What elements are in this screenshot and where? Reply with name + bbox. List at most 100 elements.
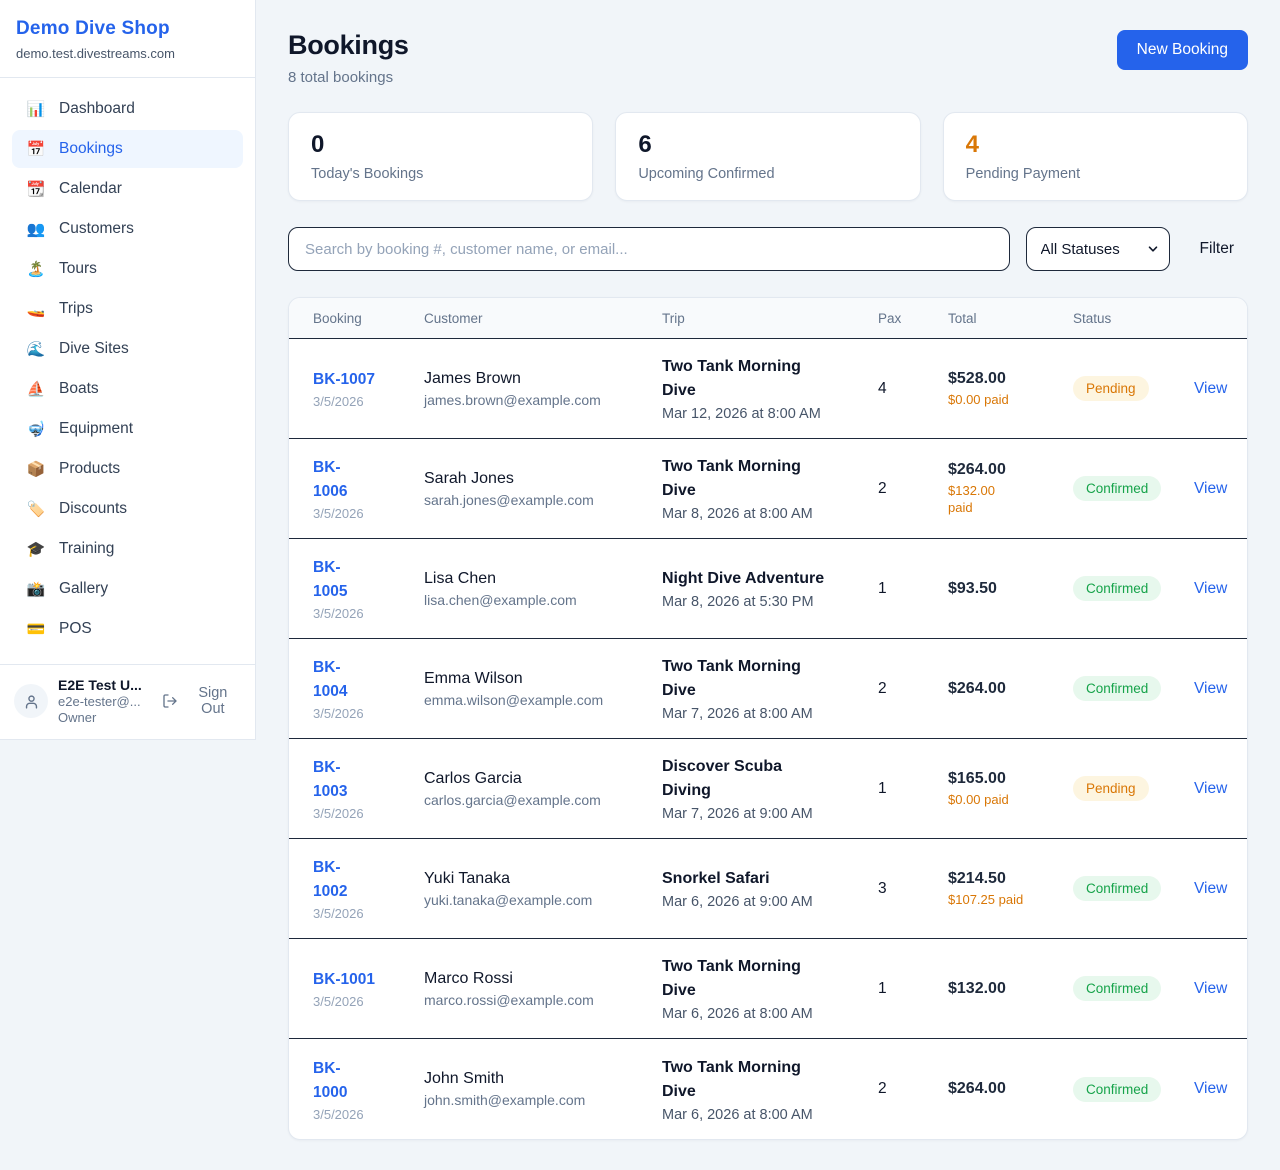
status-cell: Confirmed: [1073, 876, 1194, 901]
sidebar-item-label: Trips: [59, 300, 93, 318]
trip-cell: Snorkel Safari Mar 6, 2026 at 9:00 AM: [662, 867, 878, 910]
actions-cell: View: [1194, 380, 1237, 398]
trip-datetime: Mar 7, 2026 at 8:00 AM: [662, 706, 868, 722]
customer-name: Yuki Tanaka: [424, 870, 652, 888]
booking-cell: BK- 1006 3/5/2026: [313, 456, 424, 521]
sidebar-item-label: Tours: [59, 260, 97, 278]
paid-value: $0.00 paid: [948, 791, 1063, 808]
sidebar-item-label: Equipment: [59, 420, 133, 438]
table-row: BK- 1002 3/5/2026 Yuki Tanaka yuki.tanak…: [289, 839, 1247, 939]
trip-cell: Two Tank Morning Dive Mar 8, 2026 at 8:0…: [662, 455, 878, 522]
sidebar-item-training[interactable]: 🎓 Training: [12, 530, 243, 568]
booking-id-link[interactable]: BK- 1002: [313, 856, 347, 904]
page-header-text: Bookings 8 total bookings: [288, 30, 409, 86]
actions-cell: View: [1194, 580, 1237, 598]
paid-value: $107.25 paid: [948, 891, 1063, 908]
sidebar-item-trips[interactable]: 🚤 Trips: [12, 290, 243, 328]
user-email: e2e-tester@...: [58, 694, 162, 709]
sidebar-item-pos[interactable]: 💳 POS: [12, 610, 243, 648]
trip-cell: Two Tank Morning Dive Mar 12, 2026 at 8:…: [662, 355, 878, 422]
customer-name: John Smith: [424, 1070, 652, 1088]
status-cell: Pending: [1073, 776, 1194, 801]
sidebar-item-gallery[interactable]: 📸 Gallery: [12, 570, 243, 608]
sidebar-item-tours[interactable]: 🏝️ Tours: [12, 250, 243, 288]
booking-cell: BK- 1003 3/5/2026: [313, 756, 424, 821]
status-cell: Confirmed: [1073, 576, 1194, 601]
trip-name: Two Tank Morning Dive: [662, 1056, 868, 1104]
booking-id-link[interactable]: BK-1001: [313, 968, 375, 992]
sidebar-item-products[interactable]: 📦 Products: [12, 450, 243, 488]
calendar-icon: 📅: [26, 140, 46, 158]
brand: Demo Dive Shop demo.test.divestreams.com: [0, 0, 255, 78]
page-header: Bookings 8 total bookings New Booking: [288, 30, 1248, 86]
sidebar-item-calendar[interactable]: 📆 Calendar: [12, 170, 243, 208]
view-link[interactable]: View: [1194, 1080, 1227, 1097]
customer-email: carlos.garcia@example.com: [424, 792, 652, 808]
view-link[interactable]: View: [1194, 380, 1227, 397]
customer-email: lisa.chen@example.com: [424, 592, 652, 608]
sidebar-item-dive-sites[interactable]: 🌊 Dive Sites: [12, 330, 243, 368]
stat-label: Upcoming Confirmed: [638, 166, 897, 182]
booking-cell: BK- 1005 3/5/2026: [313, 556, 424, 621]
booking-id-link[interactable]: BK- 1004: [313, 656, 347, 704]
total-value: $528.00: [948, 370, 1063, 388]
new-booking-button[interactable]: New Booking: [1117, 30, 1248, 70]
booking-id-link[interactable]: BK- 1005: [313, 556, 347, 604]
page-subtitle: 8 total bookings: [288, 69, 409, 86]
sidebar-item-customers[interactable]: 👥 Customers: [12, 210, 243, 248]
wave-icon: 🌊: [26, 340, 46, 358]
view-link[interactable]: View: [1194, 680, 1227, 697]
booking-cell: BK-1001 3/5/2026: [313, 968, 424, 1009]
sidebar-nav: 📊 Dashboard 📅 Bookings 📆 Calendar 👥 Cust…: [0, 78, 255, 664]
sidebar-item-equipment[interactable]: 🤿 Equipment: [12, 410, 243, 448]
column-header-trip: Trip: [662, 311, 878, 326]
status-cell: Confirmed: [1073, 976, 1194, 1001]
customer-name: Lisa Chen: [424, 570, 652, 588]
pax-value: 1: [878, 980, 948, 998]
people-icon: 👥: [26, 220, 46, 238]
booking-id-link[interactable]: BK-1007: [313, 368, 375, 392]
search-input[interactable]: [288, 227, 1010, 271]
sidebar-item-label: Discounts: [59, 500, 127, 518]
sidebar-item-boats[interactable]: ⛵ Boats: [12, 370, 243, 408]
booking-id-link[interactable]: BK- 1006: [313, 456, 347, 504]
trip-cell: Discover Scuba Diving Mar 7, 2026 at 9:0…: [662, 755, 878, 822]
view-link[interactable]: View: [1194, 580, 1227, 597]
total-cell: $214.50 $107.25 paid: [948, 870, 1073, 908]
booking-id-link[interactable]: BK- 1003: [313, 756, 347, 804]
booking-id-link[interactable]: BK- 1000: [313, 1057, 347, 1105]
stats-row: 0 Today's Bookings 6 Upcoming Confirmed …: [288, 112, 1248, 201]
logout-icon: [162, 693, 178, 709]
trip-datetime: Mar 8, 2026 at 5:30 PM: [662, 594, 868, 610]
total-value: $132.00: [948, 980, 1063, 998]
status-cell: Confirmed: [1073, 1077, 1194, 1102]
view-link[interactable]: View: [1194, 780, 1227, 797]
sidebar-item-dashboard[interactable]: 📊 Dashboard: [12, 90, 243, 128]
actions-cell: View: [1194, 980, 1237, 998]
trip-name: Night Dive Adventure: [662, 567, 868, 591]
trip-name: Two Tank Morning Dive: [662, 955, 868, 1003]
trip-name: Two Tank Morning Dive: [662, 455, 868, 503]
brand-domain: demo.test.divestreams.com: [16, 46, 239, 61]
sidebar-item-label: POS: [59, 620, 92, 638]
view-link[interactable]: View: [1194, 880, 1227, 897]
total-cell: $165.00 $0.00 paid: [948, 770, 1073, 808]
sidebar-item-discounts[interactable]: 🏷️ Discounts: [12, 490, 243, 528]
sidebar-item-label: Gallery: [59, 580, 108, 598]
avatar: [14, 684, 48, 718]
app: Demo Dive Shop demo.test.divestreams.com…: [0, 0, 1280, 1170]
trip-datetime: Mar 7, 2026 at 9:00 AM: [662, 806, 868, 822]
actions-cell: View: [1194, 1080, 1237, 1098]
filter-button[interactable]: Filter: [1200, 240, 1234, 258]
tear-off-calendar-icon: 📆: [26, 180, 46, 198]
stat-value: 6: [638, 131, 897, 159]
sign-out-button[interactable]: Sign Out: [162, 685, 241, 717]
status-select[interactable]: All Statuses: [1026, 227, 1170, 271]
booking-cell: BK- 1002 3/5/2026: [313, 856, 424, 921]
sidebar-item-label: Customers: [59, 220, 134, 238]
column-header-total: Total: [948, 311, 1073, 326]
sidebar-item-bookings[interactable]: 📅 Bookings: [12, 130, 243, 168]
view-link[interactable]: View: [1194, 480, 1227, 497]
customer-cell: James Brown james.brown@example.com: [424, 370, 662, 408]
view-link[interactable]: View: [1194, 980, 1227, 997]
